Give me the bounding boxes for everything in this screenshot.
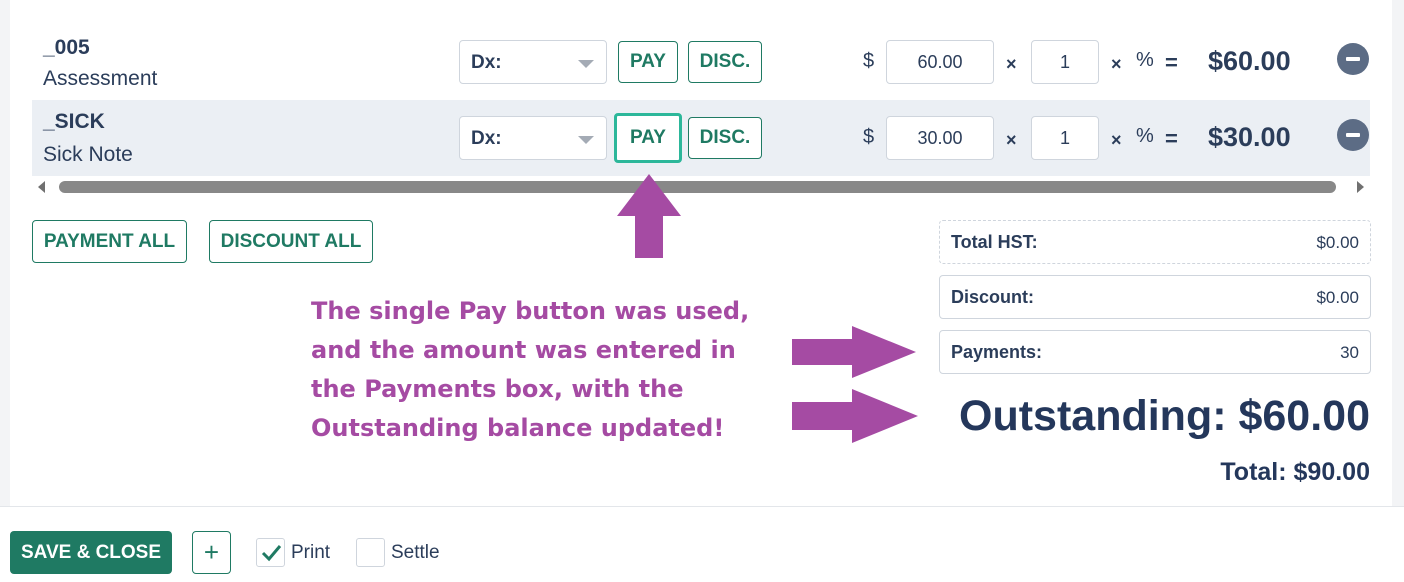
outstanding-balance: Outstanding: $60.00	[959, 392, 1370, 440]
remove-line-icon[interactable]	[1337, 43, 1369, 75]
invoice-total: Total: $90.00	[1220, 458, 1370, 486]
chevron-down-icon	[578, 136, 594, 144]
currency-symbol: $	[863, 126, 875, 148]
right-arrow-annotation	[792, 389, 918, 443]
chevron-down-icon	[578, 60, 594, 68]
dx-label: Dx:	[471, 52, 502, 73]
dx-label: Dx:	[471, 128, 502, 149]
discount-label: Discount:	[951, 287, 1034, 307]
annotation-line: Outstanding balance updated!	[311, 414, 725, 442]
line-item-row: _SICK Sick Note Dx: PAY DISC. $ 30.00 × …	[32, 100, 1370, 176]
multiply-sign: ×	[1006, 54, 1017, 74]
up-arrow-annotation	[617, 174, 681, 258]
annotation-text: The single Pay button was used, and the …	[311, 292, 781, 448]
equals-sign: =	[1165, 50, 1178, 75]
item-description: Assessment	[43, 67, 158, 90]
discount-button[interactable]: DISC.	[688, 117, 762, 159]
line-total: $60.00	[1208, 46, 1291, 76]
multiply-sign: ×	[1111, 54, 1122, 74]
currency-symbol: $	[863, 50, 875, 72]
line-item-row: _005 Assessment Dx: PAY DISC. $ 60.00 × …	[32, 24, 1370, 100]
quantity-input[interactable]: 1	[1031, 116, 1099, 160]
scroll-right-icon[interactable]	[1357, 181, 1364, 193]
discount-button[interactable]: DISC.	[688, 41, 762, 83]
line-total: $30.00	[1208, 122, 1291, 152]
scroll-left-icon[interactable]	[38, 181, 45, 193]
settle-label: Settle	[391, 542, 440, 563]
item-description: Sick Note	[43, 143, 133, 166]
discount-value: $0.00	[1316, 288, 1359, 307]
payments-value: 30	[1340, 343, 1359, 362]
print-checkbox[interactable]	[256, 538, 285, 567]
dx-select[interactable]: Dx:	[459, 40, 607, 84]
quantity-input[interactable]: 1	[1031, 40, 1099, 84]
remove-line-icon[interactable]	[1337, 119, 1369, 151]
multiply-sign: ×	[1111, 130, 1122, 150]
equals-sign: =	[1165, 126, 1178, 151]
add-button[interactable]: +	[192, 531, 231, 574]
total-hst-field: Total HST: $0.00	[939, 220, 1371, 264]
horizontal-scrollbar[interactable]	[32, 178, 1370, 196]
price-input[interactable]: 30.00	[886, 116, 994, 160]
total-hst-value: $0.00	[1316, 233, 1359, 252]
percent-sign: %	[1136, 49, 1154, 71]
scrollbar-thumb[interactable]	[59, 181, 1336, 193]
multiply-sign: ×	[1006, 130, 1017, 150]
discount-all-button[interactable]: DISCOUNT ALL	[209, 220, 373, 263]
item-code: _SICK	[43, 110, 105, 133]
right-arrow-annotation	[792, 326, 916, 378]
print-label: Print	[291, 542, 331, 563]
total-hst-label: Total HST:	[951, 232, 1038, 252]
check-icon	[261, 545, 282, 562]
annotation-line: the Payments box, with the	[311, 375, 684, 403]
annotation-line: and the amount was entered in	[311, 336, 736, 364]
payments-label: Payments:	[951, 342, 1043, 362]
pay-button[interactable]: PAY	[618, 41, 678, 83]
item-code: _005	[43, 36, 90, 59]
discount-field[interactable]: Discount: $0.00	[939, 275, 1371, 319]
percent-sign: %	[1136, 125, 1154, 147]
payment-all-button[interactable]: PAYMENT ALL	[32, 220, 187, 263]
payments-field[interactable]: Payments: 30	[939, 330, 1371, 374]
annotation-line: The single Pay button was used,	[311, 297, 750, 325]
save-close-button[interactable]: SAVE & CLOSE	[10, 531, 172, 574]
price-input[interactable]: 60.00	[886, 40, 994, 84]
dx-select[interactable]: Dx:	[459, 116, 607, 160]
pay-button[interactable]: PAY	[614, 113, 682, 163]
settle-checkbox[interactable]	[356, 538, 385, 567]
